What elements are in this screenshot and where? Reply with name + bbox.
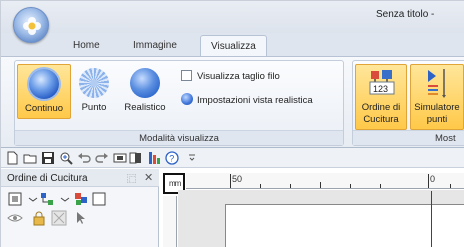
stitch-point-icon: [79, 68, 109, 98]
window-title: Senza titolo -: [376, 9, 435, 20]
disabled-tool-icon[interactable]: [51, 210, 67, 226]
ribbon: Continuo Punto Realistico Visualizza tag…: [1, 56, 464, 148]
realistic-view-button[interactable]: Realistico: [117, 64, 173, 119]
show-thread-trim-checkbox[interactable]: Visualizza taglio filo: [181, 70, 280, 82]
embroidery-hoop-area[interactable]: [225, 204, 464, 247]
tab-immagine[interactable]: Immagine: [133, 40, 177, 51]
flower-logo-icon: [23, 17, 41, 35]
checkbox-label: Visualizza taglio filo: [197, 71, 280, 82]
ruler-label-0: 0: [430, 174, 436, 184]
vertical-ruler: [163, 196, 177, 247]
lock-icon[interactable]: [31, 210, 47, 226]
application-menu-button[interactable]: [13, 7, 49, 43]
tab-home[interactable]: Home: [73, 40, 100, 51]
frame-icon[interactable]: [91, 191, 107, 207]
svg-text:?: ?: [169, 154, 174, 164]
realistic-settings-button[interactable]: Impostazioni vista realistica: [181, 93, 313, 106]
realistic-settings-icon: [181, 93, 193, 105]
horizontal-ruler: 50 0: [186, 173, 464, 189]
redo-icon[interactable]: [95, 151, 109, 165]
view-frame-icon[interactable]: [7, 191, 23, 207]
svg-text:123: 123: [373, 84, 388, 94]
ribbon-tabs: Home Immagine Visualizza: [1, 33, 464, 58]
sewing-order-icon: 123: [369, 70, 395, 95]
group-view-mode-label: Modalità visualizza: [15, 130, 343, 145]
stitch-simulator-icon: [428, 69, 446, 98]
sort-tree-icon[interactable]: [39, 191, 55, 207]
new-icon[interactable]: [5, 151, 19, 165]
panel-title: Ordine di Cucitura: [7, 173, 88, 184]
pin-icon[interactable]: ⿸: [127, 172, 136, 185]
stitch-simulator-button[interactable]: Simulatore punti: [410, 64, 464, 130]
ruler-unit-label: mm: [169, 179, 181, 188]
checkbox-box: [181, 70, 192, 81]
zoom-icon[interactable]: [59, 151, 73, 165]
dropdown-icon[interactable]: [185, 151, 199, 165]
continuous-view-button[interactable]: Continuo: [17, 64, 71, 119]
group-show-label: Most: [353, 130, 464, 145]
color-blocks-icon[interactable]: [73, 191, 89, 207]
quick-access-toolbar: ?: [1, 148, 464, 168]
sewing-order-panel: Ordine di Cucitura ⿸ ✕: [1, 169, 159, 247]
ruler-label-50: 50: [232, 174, 243, 184]
undo-icon[interactable]: [77, 151, 91, 165]
continuous-view-icon: [29, 69, 59, 99]
stitch-point-button[interactable]: Punto: [75, 64, 113, 119]
app-window: Senza titolo - Home Immagine Visualizza …: [0, 0, 464, 247]
open-icon[interactable]: [23, 151, 37, 165]
group-view-mode: Continuo Punto Realistico Visualizza tag…: [14, 60, 344, 146]
panel-header: Ordine di Cucitura ⿸ ✕: [1, 169, 159, 187]
hoop-guide-line: [431, 191, 432, 247]
realistic-settings-label: Impostazioni vista realistica: [197, 95, 313, 106]
save-icon[interactable]: [41, 151, 55, 165]
tab-visualizza[interactable]: Visualizza: [200, 35, 267, 58]
page-icon[interactable]: [129, 151, 143, 165]
title-bar: Senza titolo -: [1, 1, 464, 33]
group-show: 123 Ordine di Cucitura Simulatore punti …: [352, 60, 464, 146]
sewing-order-button[interactable]: 123 Ordine di Cucitura: [355, 64, 407, 130]
realistic-view-icon: [130, 68, 160, 98]
chevron-down-icon[interactable]: [57, 191, 73, 207]
color-icon[interactable]: [147, 151, 161, 165]
help-icon[interactable]: ?: [165, 151, 179, 165]
cursor-icon[interactable]: [73, 210, 89, 226]
eye-icon[interactable]: [7, 210, 23, 226]
layout-icon[interactable]: [113, 151, 127, 165]
close-icon[interactable]: ✕: [144, 171, 153, 184]
